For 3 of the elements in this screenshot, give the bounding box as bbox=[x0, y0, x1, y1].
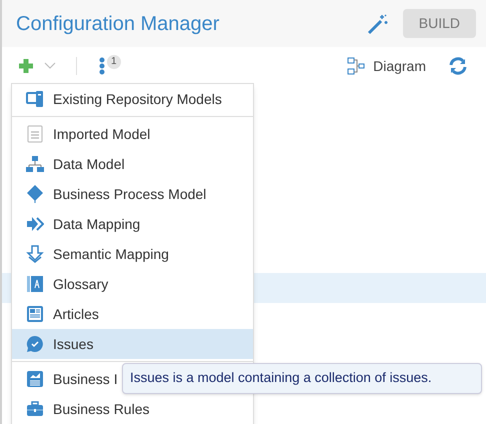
tooltip: Issues is a model containing a collection of issues. bbox=[122, 363, 482, 394]
count-badge: 1 bbox=[107, 55, 121, 69]
window-title: Configuration Manager bbox=[16, 12, 220, 36]
